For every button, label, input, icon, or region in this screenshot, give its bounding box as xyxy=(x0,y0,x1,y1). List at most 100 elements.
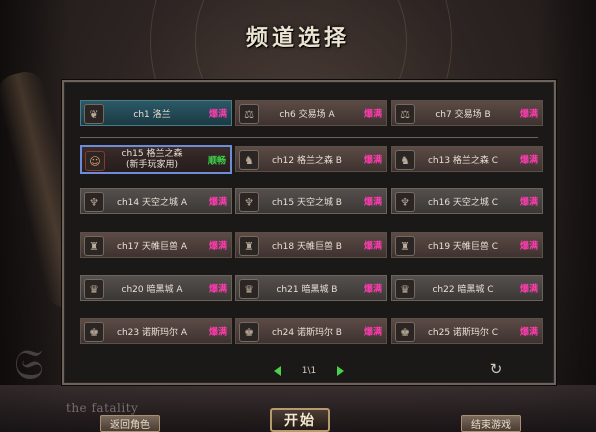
channel-name: ch16 天空之城 C xyxy=(427,197,499,208)
background-logo-glyph: 𝔖 xyxy=(14,340,44,389)
channel-status-badge: 顺畅 xyxy=(207,156,226,166)
knight-icon: ♚ xyxy=(84,322,104,342)
merchant-icon: ⚖ xyxy=(239,104,259,124)
knight-icon: ♚ xyxy=(239,322,259,342)
giant-icon: ♜ xyxy=(239,236,259,256)
channel-name-group: ch20 暗黑城 A xyxy=(105,276,199,300)
beast-icon: ♞ xyxy=(395,150,415,170)
channel-button[interactable]: ♚ ch25 诺斯玛尔 C 爆满 xyxy=(391,318,543,344)
channel-button[interactable]: ♆ ch15 天空之城 B 爆满 xyxy=(235,188,387,214)
channel-button[interactable]: ⚖ ch7 交易场 B 爆满 xyxy=(391,100,543,126)
pagination: 1\1 xyxy=(274,364,344,378)
channel-name-group: ch15 天空之城 B xyxy=(260,189,354,213)
channel-name-group: ch6 交易场 A xyxy=(260,101,354,125)
channel-name: ch15 天空之城 B xyxy=(271,197,342,208)
channel-name: ch12 格兰之森 B xyxy=(271,155,342,166)
channel-status-badge: 爆满 xyxy=(363,327,382,338)
next-page-arrow-icon[interactable] xyxy=(336,366,344,376)
bird-icon: ♆ xyxy=(395,192,415,212)
channel-name: ch19 天帷巨兽 C xyxy=(427,241,499,252)
channel-button[interactable]: ♜ ch18 天帷巨兽 B 爆满 xyxy=(235,232,387,258)
channel-button[interactable]: ♞ ch13 格兰之森 C 爆满 xyxy=(391,146,543,172)
channel-subtitle: (新手玩家用) xyxy=(125,159,179,170)
channel-name-group: ch17 天帷巨兽 A xyxy=(105,233,199,257)
plant-icon: ❦ xyxy=(84,104,104,124)
merchant-icon: ⚖ xyxy=(395,104,415,124)
channel-status-badge: 爆满 xyxy=(208,284,227,295)
channel-name-group: ch15 格兰之森 (新手玩家用) xyxy=(106,147,198,172)
channel-name: ch15 格兰之森 xyxy=(121,148,183,159)
channel-name-group: ch16 天空之城 C xyxy=(416,189,510,213)
fox-icon: ☺ xyxy=(85,151,105,171)
channel-status-badge: 爆满 xyxy=(519,155,538,166)
exit-game-button[interactable]: 结束游戏 xyxy=(461,415,521,432)
channel-name: ch21 暗黑城 B xyxy=(276,284,338,295)
channel-name-group: ch13 格兰之森 C xyxy=(416,147,510,171)
channel-button[interactable]: ♆ ch16 天空之城 C 爆满 xyxy=(391,188,543,214)
start-label: 开始 xyxy=(284,413,316,429)
channel-name-group: ch18 天帷巨兽 B xyxy=(260,233,354,257)
background-logo-text: the fatality xyxy=(66,401,139,415)
channel-button[interactable]: ⚖ ch6 交易场 A 爆满 xyxy=(235,100,387,126)
channel-name-group: ch21 暗黑城 B xyxy=(260,276,354,300)
start-button[interactable]: 开始 xyxy=(270,408,330,432)
channel-panel: ❦ ch1 洛兰 爆满 ⚖ ch6 交易场 A 爆满 ⚖ ch7 交易场 B 爆满 ☺ ch15 格… xyxy=(62,80,556,385)
channel-button[interactable]: ♜ ch17 天帷巨兽 A 爆满 xyxy=(80,232,232,258)
channel-status-badge: 爆满 xyxy=(363,241,382,252)
channel-status-badge: 爆满 xyxy=(363,109,382,120)
demon-icon: ♛ xyxy=(84,279,104,299)
channel-button[interactable]: ☺ ch15 格兰之森 (新手玩家用) 顺畅 xyxy=(80,145,232,174)
channel-status-badge: 爆满 xyxy=(519,109,538,120)
channel-button[interactable]: ♛ ch20 暗黑城 A 爆满 xyxy=(80,275,232,301)
featured-divider xyxy=(80,137,538,138)
channel-name-group: ch25 诺斯玛尔 C xyxy=(416,319,510,343)
channel-name: ch1 洛兰 xyxy=(133,109,171,120)
demon-icon: ♛ xyxy=(239,279,259,299)
channel-button[interactable]: ♛ ch22 暗黑城 C 爆满 xyxy=(391,275,543,301)
channel-name-group: ch23 诺斯玛尔 A xyxy=(105,319,199,343)
channel-name: ch23 诺斯玛尔 A xyxy=(117,327,187,338)
channel-name: ch7 交易场 B xyxy=(435,109,491,120)
channel-status-badge: 爆满 xyxy=(363,155,382,166)
back-to-character-button[interactable]: 返回角色 xyxy=(100,415,160,432)
channel-button[interactable]: ♆ ch14 天空之城 A 爆满 xyxy=(80,188,232,214)
channel-status-badge: 爆满 xyxy=(519,327,538,338)
channel-name-group: ch12 格兰之森 B xyxy=(260,147,354,171)
back-to-character-label: 返回角色 xyxy=(110,420,150,431)
bird-icon: ♆ xyxy=(239,192,259,212)
channel-name: ch13 格兰之森 C xyxy=(427,155,499,166)
channel-name-group: ch22 暗黑城 C xyxy=(416,276,510,300)
channel-button[interactable]: ♚ ch24 诺斯玛尔 B 爆满 xyxy=(235,318,387,344)
bird-icon: ♆ xyxy=(84,192,104,212)
channel-name: ch24 诺斯玛尔 B xyxy=(271,327,342,338)
giant-icon: ♜ xyxy=(84,236,104,256)
channel-name: ch17 天帷巨兽 A xyxy=(117,241,187,252)
giant-icon: ♜ xyxy=(395,236,415,256)
page-indicator: 1\1 xyxy=(301,366,317,376)
channel-status-badge: 爆满 xyxy=(208,197,227,208)
channel-button[interactable]: ♚ ch23 诺斯玛尔 A 爆满 xyxy=(80,318,232,344)
channel-name: ch14 天空之城 A xyxy=(117,197,187,208)
channel-button[interactable]: ♛ ch21 暗黑城 B 爆满 xyxy=(235,275,387,301)
page-title: 频道选择 xyxy=(245,26,350,51)
channel-button[interactable]: ❦ ch1 洛兰 爆满 xyxy=(80,100,232,126)
channel-button[interactable]: ♜ ch19 天帷巨兽 C 爆满 xyxy=(391,232,543,258)
exit-game-label: 结束游戏 xyxy=(471,420,511,431)
channel-status-badge: 爆满 xyxy=(363,284,382,295)
channel-button[interactable]: ♞ ch12 格兰之森 B 爆满 xyxy=(235,146,387,172)
channel-status-badge: 爆满 xyxy=(519,197,538,208)
refresh-icon[interactable]: ↻ xyxy=(488,361,504,377)
channel-name-group: ch24 诺斯玛尔 B xyxy=(260,319,354,343)
channel-status-badge: 爆满 xyxy=(208,241,227,252)
channel-name-group: ch19 天帷巨兽 C xyxy=(416,233,510,257)
channel-status-badge: 爆满 xyxy=(208,327,227,338)
channel-name: ch22 暗黑城 C xyxy=(432,284,494,295)
prev-page-arrow-icon[interactable] xyxy=(274,366,281,376)
channel-status-badge: 爆满 xyxy=(208,109,227,120)
channel-name: ch18 天帷巨兽 B xyxy=(271,241,342,252)
channel-status-badge: 爆满 xyxy=(519,241,538,252)
channel-name-group: ch1 洛兰 xyxy=(105,101,199,125)
channel-name: ch20 暗黑城 A xyxy=(121,284,183,295)
channel-name: ch6 交易场 A xyxy=(279,109,335,120)
channel-name-group: ch14 天空之城 A xyxy=(105,189,199,213)
